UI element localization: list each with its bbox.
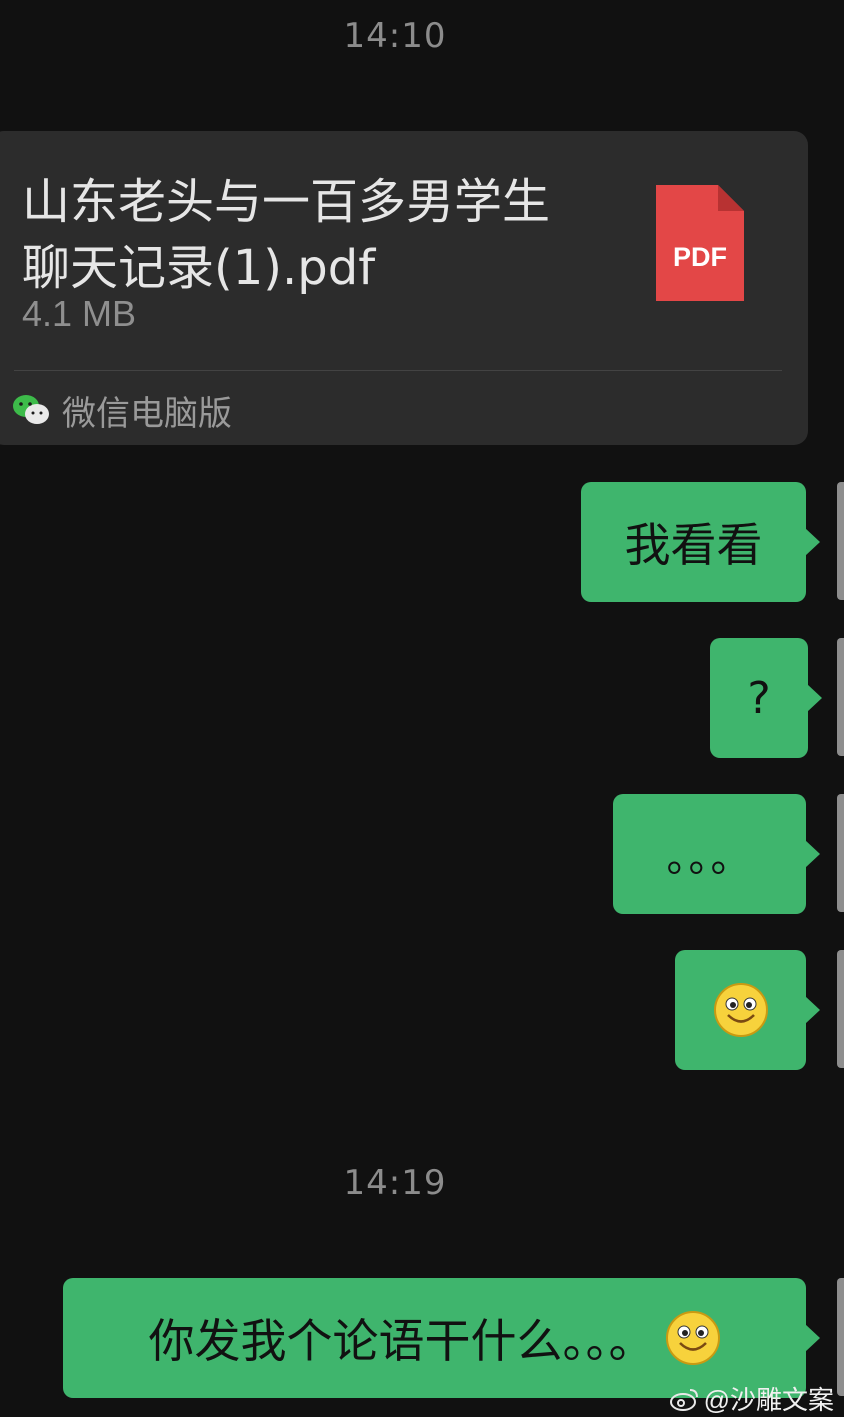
file-title-line-1: 山东老头与一百多男学生: [22, 174, 551, 230]
file-message-card[interactable]: 山东老头与一百多男学生 聊天记录(1).pdf 4.1 MB PDF 微信电脑版: [0, 131, 808, 445]
message-text: 我看看: [624, 518, 763, 572]
wechat-logo-icon: [13, 395, 49, 424]
message-text: 你发我个论语干什么。。。: [148, 1314, 655, 1368]
message-text: ?: [747, 672, 771, 724]
sender-avatar[interactable]: [837, 1278, 844, 1396]
timestamp-2: 14:19: [343, 1163, 447, 1203]
card-source-label: 微信电脑版: [62, 393, 232, 434]
weibo-icon: [669, 1388, 698, 1411]
sender-avatar[interactable]: [837, 482, 844, 600]
message-bubble[interactable]: 。。。: [613, 794, 820, 914]
file-size: 4.1 MB: [22, 293, 137, 334]
card-divider: [14, 370, 782, 371]
smiley-face-icon: [713, 983, 768, 1037]
watermark: @沙雕文案: [669, 1380, 834, 1417]
watermark-text: @沙雕文案: [703, 1385, 834, 1415]
sender-avatar[interactable]: [837, 950, 844, 1068]
pdf-icon-label: PDF: [673, 242, 727, 272]
file-title-line-2: 聊天记录(1).pdf: [22, 240, 376, 296]
card-footer: 微信电脑版: [12, 385, 232, 435]
smiley-face-icon: [665, 1311, 720, 1365]
timestamp-1: 14:10: [343, 16, 447, 56]
file-title: 山东老头与一百多男学生 聊天记录(1).pdf: [22, 169, 622, 301]
message-bubble[interactable]: [675, 950, 820, 1070]
sender-avatar[interactable]: [837, 794, 844, 912]
sender-avatar[interactable]: [837, 638, 844, 756]
message-bubble[interactable]: ?: [710, 638, 822, 758]
message-bubble[interactable]: 我看看: [581, 482, 820, 602]
pdf-file-icon: PDF: [656, 185, 744, 301]
message-text: 。。。: [666, 835, 753, 881]
